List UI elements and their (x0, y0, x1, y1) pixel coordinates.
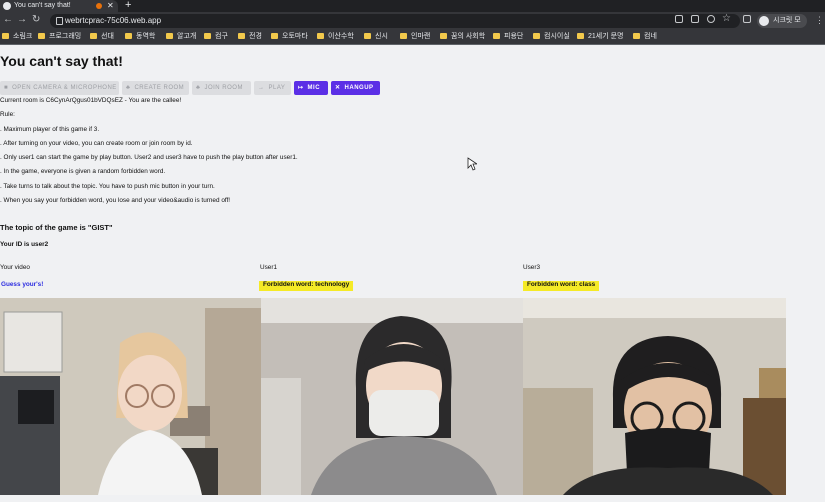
translate-icon[interactable] (691, 15, 699, 23)
recording-indicator-icon (96, 3, 102, 9)
folder-icon (577, 33, 584, 39)
browser-tab[interactable]: You can't say that! ✕ (0, 0, 118, 12)
user-id: Your ID is user2 (0, 241, 49, 248)
url-text: webrtcprac-75c06.web.app (65, 16, 162, 25)
browser-menu-icon[interactable]: ⋮ (815, 15, 824, 26)
bookmark-item[interactable]: 피용단 (493, 30, 523, 44)
bookmark-item[interactable]: 알고개 (166, 30, 196, 44)
folder-icon (493, 33, 500, 39)
tab-close-icon[interactable]: ✕ (107, 0, 114, 12)
folder-icon (533, 33, 540, 39)
user1-video-frame (261, 298, 523, 495)
join-room-button[interactable]: ♣ JOIN ROOM (192, 81, 251, 95)
topic-heading: The topic of the game is "GIST" (0, 223, 113, 232)
folder-icon (317, 33, 324, 39)
tab-title: You can't say that! (14, 2, 71, 9)
play-arrow-icon: → (258, 85, 265, 91)
folder-icon (633, 33, 640, 39)
group-icon: ♣ (196, 85, 201, 91)
rule-item: . After turning on your video, you can c… (0, 140, 193, 147)
bookmark-item[interactable]: 소림크 (2, 30, 32, 44)
lock-icon (56, 17, 63, 25)
mic-arrow-icon: ↦ (298, 85, 304, 91)
folder-icon (204, 33, 211, 39)
rule-item: . Take turns to talk about the topic. Yo… (0, 183, 215, 190)
rule-item: . When you say your forbidden word, you … (0, 197, 231, 204)
address-bar[interactable]: webrtcprac-75c06.web.app (50, 14, 740, 28)
zoom-icon[interactable] (707, 15, 715, 23)
create-room-button[interactable]: ♣ CREATE ROOM (122, 81, 189, 95)
local-video-frame (0, 298, 261, 495)
page-title: You can't say that! (0, 53, 123, 69)
rule-item: . Only user1 can start the game by play … (0, 154, 298, 161)
page-content: You can't say that! ■ OPEN CAMERA & MICRO… (0, 45, 825, 502)
bookmark-item[interactable]: 선대 (90, 30, 114, 44)
bookmark-item[interactable]: 인마랜 (400, 30, 430, 44)
room-status: Current room is C6CynArQgus01bVDQsEZ - Y… (0, 97, 182, 104)
user3-video-frame (523, 298, 786, 495)
mic-button[interactable]: ↦ MIC (294, 81, 328, 95)
close-icon: ✕ (335, 85, 341, 91)
forbidden-word-user1: Forbidden word: technology (259, 281, 354, 291)
camera-icon: ■ (4, 85, 9, 91)
bookmark-item[interactable]: 꿈의 사회학 (440, 30, 485, 44)
player-label-user1: User1 (260, 264, 278, 271)
self-word-hint: Guess your's! (1, 281, 44, 288)
bookmark-item[interactable]: 신시 (364, 30, 388, 44)
folder-icon (90, 33, 97, 39)
open-camera-button[interactable]: ■ OPEN CAMERA & MICROPHONE (0, 81, 119, 95)
bookmark-item[interactable]: 오토마타 (271, 30, 308, 44)
bookmark-item[interactable]: 전경 (238, 30, 262, 44)
incognito-profile-button[interactable]: 시크릿 모드 (757, 14, 807, 38)
user3-video (523, 298, 786, 495)
player-label-user3: User3 (523, 264, 541, 271)
rule-item: . In the game, everyone is given a rando… (0, 168, 166, 175)
forward-icon[interactable]: → (17, 14, 27, 25)
address-toolbar: ← → ↻ webrtcprac-75c06.web.app ☆ 시크릿 모드 … (0, 12, 825, 38)
bookmarks-bar: 소림크 프로그래밍 선대 동역학 알고개 컴구 전경 오토마타 이산수학 신시 … (0, 30, 825, 45)
forbidden-word-user3: Forbidden word: class (523, 281, 600, 291)
folder-icon (271, 33, 278, 39)
mouse-cursor-icon (467, 157, 477, 171)
folder-icon (166, 33, 173, 39)
browser-tab-strip: You can't say that! ✕ + (0, 0, 825, 12)
bookmark-star-icon[interactable]: ☆ (722, 13, 731, 24)
rule-header: Rule: (0, 111, 15, 118)
camera-in-use-icon[interactable] (675, 15, 683, 23)
incognito-avatar-icon (759, 16, 769, 26)
reload-icon[interactable]: ↻ (32, 14, 40, 25)
folder-icon (440, 33, 447, 39)
folder-icon (2, 33, 9, 39)
bookmark-item[interactable]: 프로그래밍 (38, 30, 81, 44)
folder-icon (38, 33, 45, 39)
folder-icon (238, 33, 245, 39)
bookmark-item[interactable]: 컴시이실 (533, 30, 570, 44)
side-panel-icon[interactable] (743, 15, 751, 23)
bookmark-item[interactable]: 동역학 (125, 30, 155, 44)
folder-icon (400, 33, 407, 39)
bookmark-item[interactable]: 21세기 문명 (577, 30, 624, 44)
bookmark-item[interactable]: 컴네 (633, 30, 657, 44)
tab-favicon-icon (3, 2, 11, 10)
folder-icon (125, 33, 132, 39)
back-icon[interactable]: ← (3, 14, 13, 25)
hangup-button[interactable]: ✕ HANGUP (331, 81, 380, 95)
player-label-self: Your video (0, 264, 30, 271)
bookmark-item[interactable]: 컴구 (204, 30, 228, 44)
rule-item: . Maximum player of this game if 3. (0, 126, 100, 133)
play-button[interactable]: → PLAY (254, 81, 291, 95)
folder-icon (364, 33, 371, 39)
new-tab-icon[interactable]: + (125, 0, 131, 11)
local-video (0, 298, 261, 495)
user1-video (261, 298, 523, 495)
bookmark-item[interactable]: 이산수학 (317, 30, 354, 44)
add-person-icon: ♣ (126, 85, 131, 91)
